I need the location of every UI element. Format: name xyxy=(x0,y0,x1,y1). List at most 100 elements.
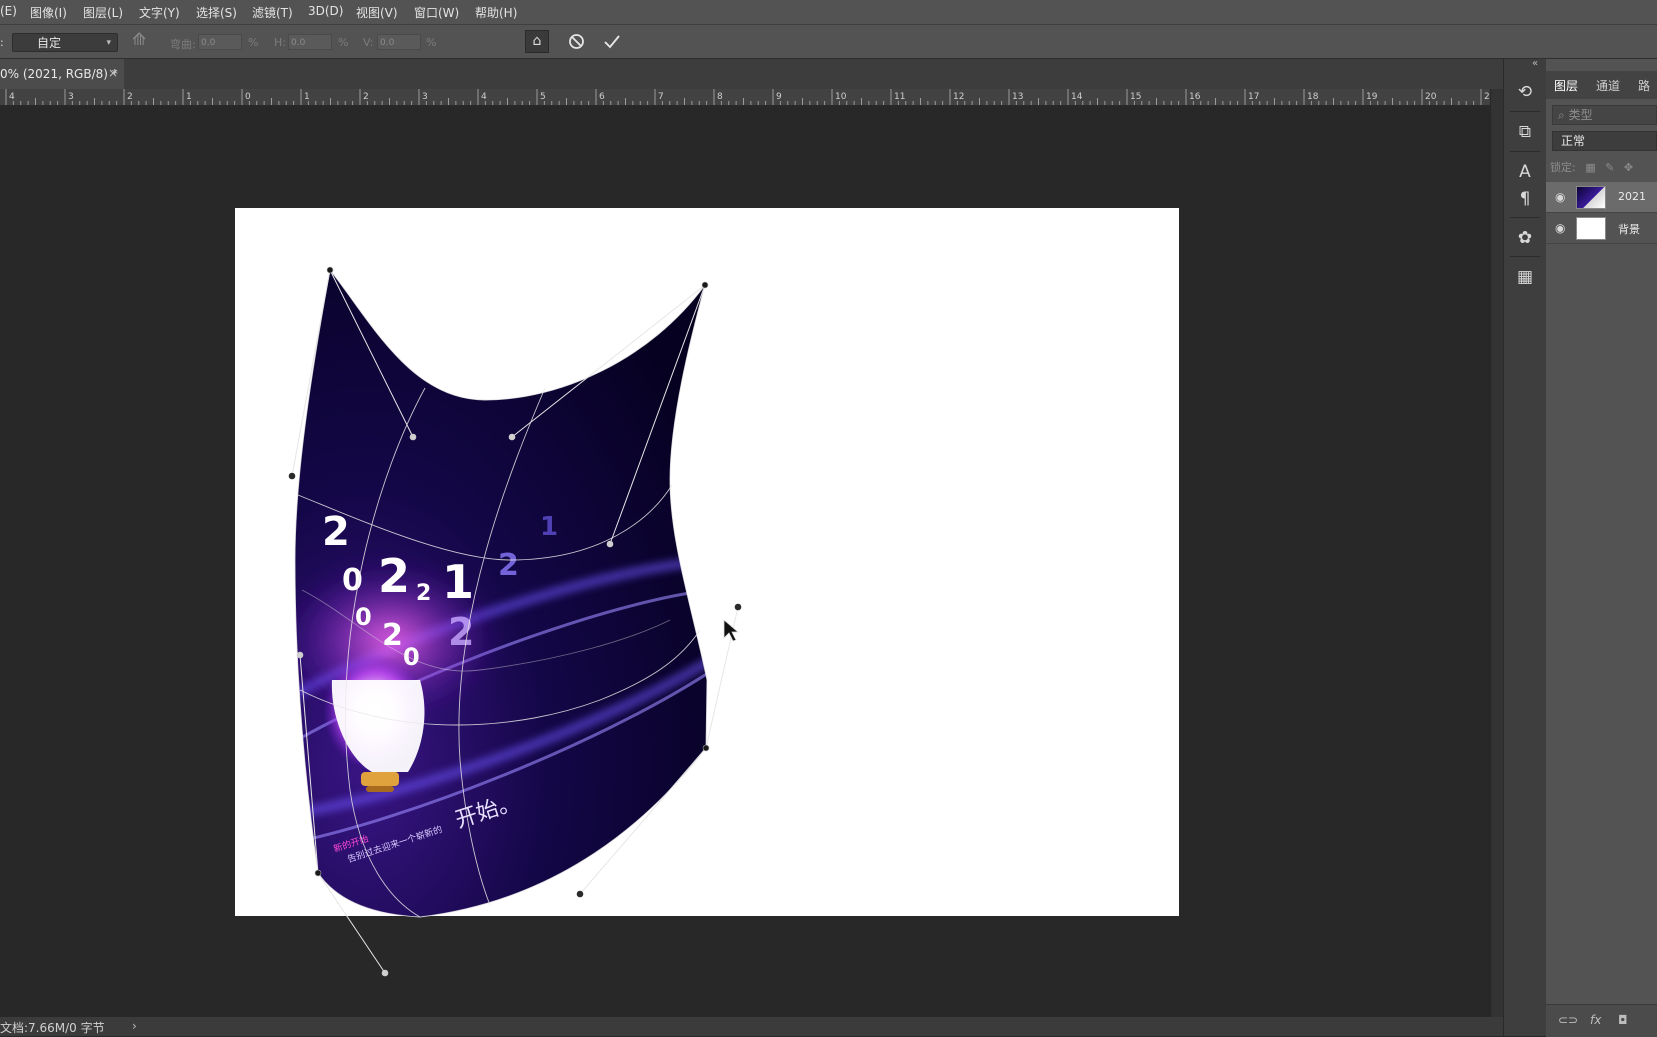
ruler-label: 4 xyxy=(481,92,487,102)
layer-row-background[interactable]: ◉ 背景 xyxy=(1546,213,1657,244)
layer-name: 背景 xyxy=(1618,223,1640,236)
bend-label: 弯曲: xyxy=(170,38,196,51)
ruler-label: 2 xyxy=(127,92,133,102)
number-6: 0 xyxy=(355,603,372,631)
bend-field[interactable]: 0.0 xyxy=(198,34,242,50)
menu-layer[interactable]: 图层(L) xyxy=(83,4,123,21)
warp-handle-point[interactable] xyxy=(296,651,304,659)
warp-artwork[interactable]: 2 0 2 2 1 0 2 0 2 2 1 新的开始 告别过去迎来一个崭新的 开… xyxy=(0,106,1490,1017)
number-5: 1 xyxy=(442,555,474,609)
fx-icon[interactable]: fx xyxy=(1590,1013,1601,1027)
document-size-info: 文档:7.66M/0 字节 xyxy=(0,1021,105,1035)
number-11: 1 xyxy=(540,512,558,542)
warp-anchor[interactable] xyxy=(702,744,710,752)
warp-handle-point[interactable] xyxy=(409,433,417,441)
ruler-label: 9 xyxy=(776,92,782,102)
menu-window[interactable]: 窗口(W) xyxy=(414,4,459,21)
menu-help[interactable]: 帮助(H) xyxy=(475,4,517,21)
ruler-label: 1 xyxy=(186,92,192,102)
lock-row: 锁定: ▦ ✎ ✥ xyxy=(1550,159,1633,175)
v-percent: % xyxy=(426,36,437,49)
ruler-label: 11 xyxy=(894,92,905,102)
warp-handle-point[interactable] xyxy=(508,433,516,441)
number-8: 0 xyxy=(403,643,420,671)
dock-separator xyxy=(1510,256,1540,257)
horizontal-ruler: 43210123456789101112131415161718192021 xyxy=(0,89,1490,106)
bulb-tip xyxy=(366,786,394,792)
status-menu-arrow-icon[interactable]: › xyxy=(132,1019,137,1033)
document-tab-bar: 0% (2021, RGB/8) * × xyxy=(0,59,1503,89)
paragraph-icon[interactable]: ¶ xyxy=(1512,186,1538,212)
warp-handle-point[interactable] xyxy=(734,603,742,611)
ruler-label: 20 xyxy=(1425,92,1437,102)
menu-view[interactable]: 视图(V) xyxy=(356,4,398,21)
history-icon[interactable]: ⟲ xyxy=(1512,79,1538,105)
warp-anchor[interactable] xyxy=(701,281,709,289)
warp-anchor[interactable] xyxy=(314,869,322,877)
number-2: 0 xyxy=(342,563,363,598)
lock-paint-icon[interactable]: ✎ xyxy=(1605,161,1614,174)
ruler-label: 12 xyxy=(953,92,964,102)
preset-label: : xyxy=(0,36,4,49)
ruler-label: 1 xyxy=(304,92,310,102)
vertical-scrollbar[interactable] xyxy=(1490,89,1504,1017)
ruler-label: 0 xyxy=(245,92,251,102)
layer-name: 2021 xyxy=(1618,190,1646,203)
lock-position-icon[interactable]: ✥ xyxy=(1624,161,1633,174)
menu-filter[interactable]: 滤镜(T) xyxy=(252,4,293,21)
bulb-base xyxy=(361,772,399,786)
layer-row-2021[interactable]: ◉ 2021 xyxy=(1546,182,1657,213)
number-4: 2 xyxy=(416,581,431,606)
visibility-eye-icon[interactable]: ◉ xyxy=(1555,190,1565,204)
menu-select[interactable]: 选择(S) xyxy=(196,4,237,21)
ruler-label: 10 xyxy=(835,92,847,102)
warp-anchor[interactable] xyxy=(326,266,334,274)
ruler-label: 3 xyxy=(422,92,428,102)
link-icon[interactable]: ⊂⊃ xyxy=(1558,1013,1578,1027)
ruler-label: 18 xyxy=(1307,92,1319,102)
warp-preset-select[interactable]: 自定 ▾ xyxy=(12,33,118,52)
h-distortion-field[interactable]: 0.0 xyxy=(288,34,332,50)
character-icon[interactable]: A xyxy=(1512,159,1538,185)
ruler-label: 15 xyxy=(1130,92,1141,102)
layers-panel: 图层 通道 路 ⌕ 类型 正常 锁定: ▦ ✎ ✥ ◉ 2021 ◉ 背景 ⊂⊃… xyxy=(1546,59,1657,1037)
mask-icon[interactable]: ◘ xyxy=(1618,1013,1628,1027)
layer-thumbnail xyxy=(1576,217,1606,240)
collapse-panels-icon[interactable]: « xyxy=(1532,58,1538,69)
menu-3d[interactable]: 3D(D) xyxy=(308,4,343,18)
blend-mode-select[interactable]: 正常 xyxy=(1552,131,1657,151)
dock-separator xyxy=(1510,217,1540,218)
checkmark-icon[interactable] xyxy=(603,33,621,50)
ruler-label: 7 xyxy=(658,92,664,102)
menu-image[interactable]: 图像(I) xyxy=(30,4,67,21)
layer-filter-input[interactable]: ⌕ 类型 xyxy=(1552,105,1657,125)
tab-paths[interactable]: 路 xyxy=(1638,77,1650,94)
lock-transparent-icon[interactable]: ▦ xyxy=(1585,161,1595,174)
h-percent: % xyxy=(338,36,349,49)
document-tab[interactable]: 0% (2021, RGB/8) * × xyxy=(0,59,124,89)
tab-layers[interactable]: 图层 xyxy=(1554,77,1578,94)
visibility-eye-icon[interactable]: ◉ xyxy=(1555,221,1565,235)
warp-handle-point[interactable] xyxy=(606,540,614,548)
close-icon[interactable]: × xyxy=(108,66,118,80)
warp-preset-value: 自定 xyxy=(37,36,62,50)
warp-handle-point[interactable] xyxy=(576,890,584,898)
properties-icon[interactable]: ⧉ xyxy=(1512,119,1538,145)
warp-orientation-icon[interactable]: ⟰ xyxy=(132,30,146,50)
ruler-label: 3 xyxy=(68,92,74,102)
ruler-label: 6 xyxy=(599,92,605,102)
ruler-label: 17 xyxy=(1248,92,1259,102)
warp-handle-point[interactable] xyxy=(288,472,296,480)
v-label: V: xyxy=(363,36,374,49)
warp-mode-toggle[interactable]: ⌂ xyxy=(525,30,549,53)
layers-panel-tabs: 图层 通道 路 xyxy=(1546,71,1657,99)
grid-icon[interactable]: ▦ xyxy=(1512,264,1538,290)
warp-handle-point[interactable] xyxy=(381,969,389,977)
warped-poster: 2 0 2 2 1 0 2 0 2 2 1 新的开始 告别过去迎来一个崭新的 开… xyxy=(295,270,707,917)
v-distortion-field[interactable]: 0.0 xyxy=(377,34,421,50)
swatches-icon[interactable]: ✿ xyxy=(1512,225,1538,251)
menu-edit[interactable]: (E) xyxy=(0,4,17,18)
tab-channels[interactable]: 通道 xyxy=(1596,77,1620,94)
cancel-circle-icon[interactable] xyxy=(568,33,585,50)
menu-type[interactable]: 文字(Y) xyxy=(139,4,180,21)
